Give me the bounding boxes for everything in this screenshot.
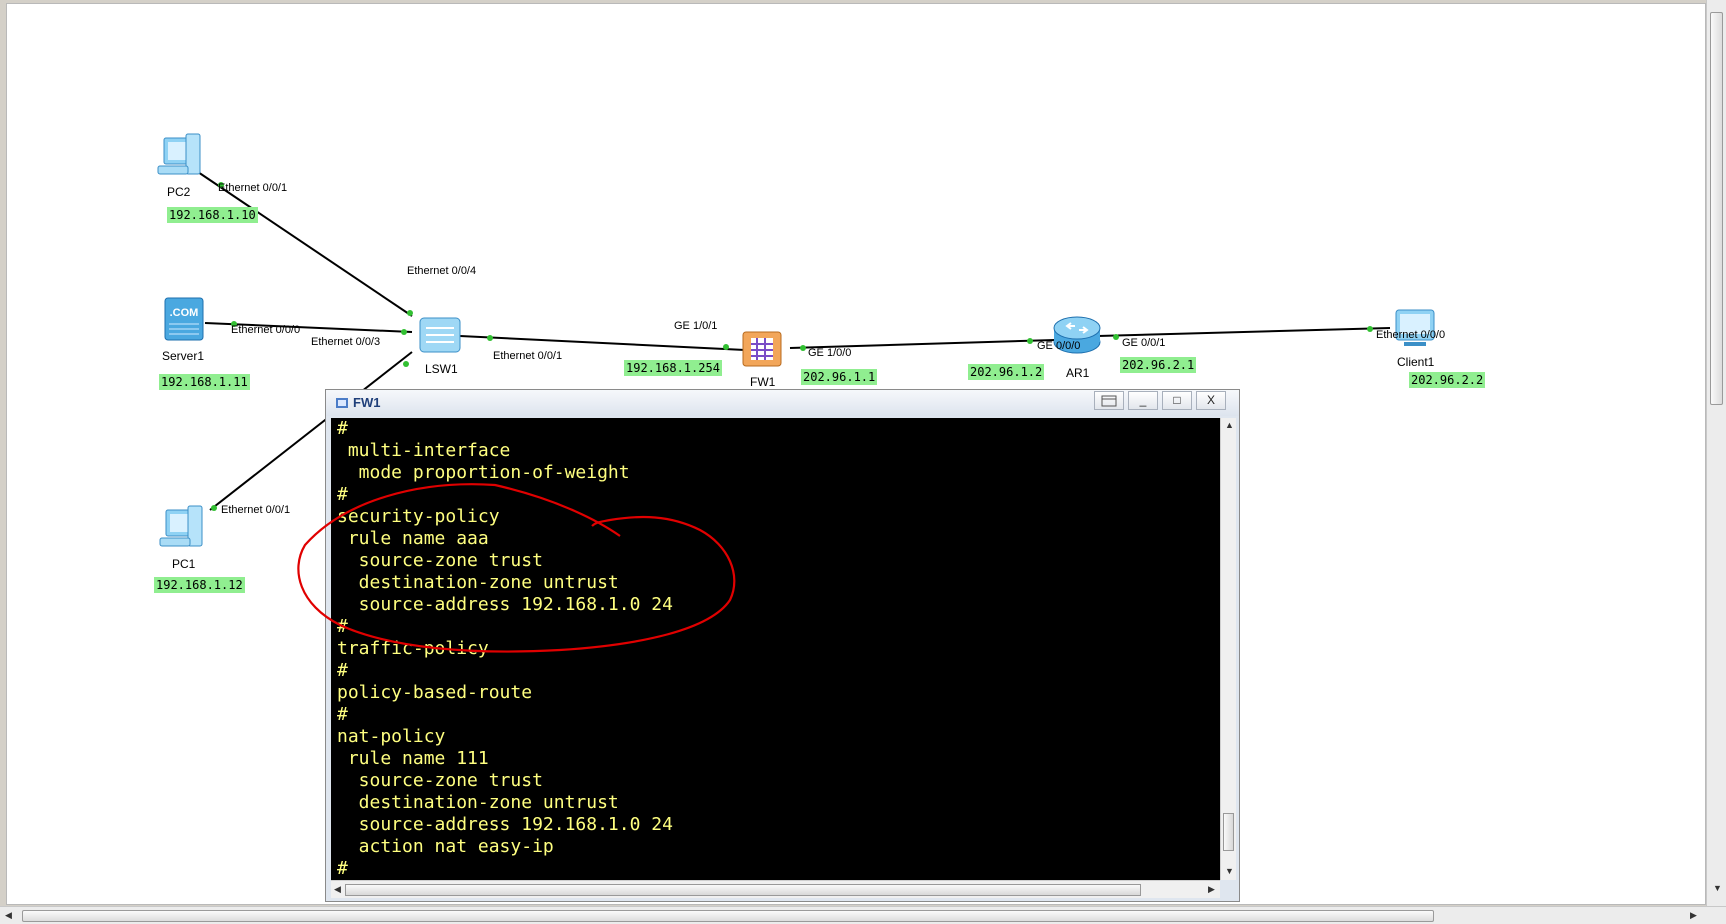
terminal-vertical-scrollbar[interactable]: ▲ ▼ (1220, 418, 1236, 880)
terminal-icon (336, 398, 348, 408)
cli-line: # (337, 418, 348, 439)
maximize-button[interactable]: □ (1162, 391, 1192, 410)
pc1-port-label: Ethernet 0/0/1 (221, 504, 291, 516)
cli-line: policy-based-route (337, 682, 533, 703)
minimize-button[interactable]: _ (1128, 391, 1158, 410)
canvas-vertical-scrollbar[interactable]: ▼ (1706, 0, 1726, 906)
cli-line: # (337, 660, 348, 681)
lsw1-device[interactable] (416, 312, 466, 358)
cli-line: nat-policy (337, 726, 446, 747)
scroll-down-icon[interactable]: ▼ (1225, 866, 1234, 876)
terminal-window[interactable]: FW1 _ □ X # multi-interface mode proport… (325, 389, 1240, 902)
switch-icon (419, 317, 461, 353)
server1-port-label: Ethernet 0/0/0 (231, 324, 301, 336)
fw1-ip-out-label: 202.96.1.1 (801, 369, 878, 385)
terminal-horizontal-scrollbar[interactable]: ◀ ▶ (331, 880, 1220, 898)
fw1-port-in-label: GE 1/0/1 (674, 320, 718, 332)
cli-line: security-policy (337, 506, 500, 527)
canvas-vscroll-thumb[interactable] (1710, 12, 1723, 405)
terminal-vscroll-thumb[interactable] (1223, 813, 1234, 851)
client1-label: Client1 (1397, 355, 1435, 369)
canvas-horizontal-scrollbar[interactable]: ◀ ▶ (0, 906, 1726, 924)
cli-line: source-zone trust (337, 770, 543, 791)
router-icon (1053, 316, 1101, 354)
close-button[interactable]: X (1196, 391, 1226, 410)
scroll-left-icon[interactable]: ◀ (334, 884, 341, 895)
terminal-hscroll-thumb[interactable] (345, 884, 1141, 896)
cli-line: multi-interface (337, 440, 511, 461)
cli-line: source-address 192.168.1.0 24 (337, 814, 673, 835)
pc1-ip-label: 192.168.1.12 (154, 577, 245, 593)
ar1-port-out-label: GE 0/0/1 (1122, 337, 1166, 349)
fw1-label: FW1 (750, 375, 776, 389)
cli-line: source-zone trust (337, 550, 543, 571)
cli-line: destination-zone untrust (337, 792, 619, 813)
pc1-label: PC1 (172, 557, 196, 571)
client1-ip-label: 202.96.2.2 (1409, 372, 1486, 388)
cli-line: rule name aaa (337, 528, 489, 549)
cli-line: # (337, 484, 348, 505)
ar1-ip-out-label: 202.96.2.1 (1120, 357, 1197, 373)
server-icon-text: .COM (170, 307, 199, 319)
scroll-right-icon[interactable]: ▶ (1208, 884, 1215, 895)
fw1-ip-in-label: 192.168.1.254 (624, 360, 722, 376)
lsw1-port4-label: Ethernet 0/0/4 (407, 265, 477, 277)
fw1-port-out-label: GE 1/0/0 (808, 347, 852, 359)
pc2-label: PC2 (167, 185, 191, 199)
server1-label: Server1 (162, 349, 205, 363)
scroll-right-icon[interactable]: ▶ (1690, 910, 1697, 921)
cli-line: destination-zone untrust (337, 572, 619, 593)
lsw1-port1-label: Ethernet 0/0/1 (493, 350, 563, 362)
cli-line: rule name 111 (337, 748, 489, 769)
lsw1-label: LSW1 (425, 362, 458, 376)
scroll-up-icon[interactable]: ▲ (1225, 420, 1234, 430)
client1-device[interactable] (1390, 304, 1440, 350)
server1-ip-label: 192.168.1.11 (159, 374, 250, 390)
terminal-titlebar[interactable]: FW1 _ □ X (326, 390, 1239, 416)
cli-line: action nat easy-ip (337, 836, 554, 857)
ar1-label: AR1 (1066, 366, 1090, 380)
cli-line: traffic-policy (337, 638, 489, 659)
canvas-hscroll-thumb[interactable] (22, 910, 1434, 922)
pc2-port-label: Ethernet 0/0/1 (218, 182, 288, 194)
firewall-icon (742, 331, 782, 367)
link-ar1-client1 (1097, 327, 1391, 337)
link-lsw1-fw1 (459, 335, 746, 351)
restore-button[interactable] (1094, 391, 1124, 410)
cli-line: # (337, 858, 348, 879)
pc2-ip-label: 192.168.1.10 (167, 207, 258, 223)
fw1-device[interactable] (739, 326, 787, 372)
cli-output: # multi-interface mode proportion-of-wei… (337, 418, 673, 880)
terminal-title: FW1 (353, 395, 381, 410)
restore-icon (1101, 395, 1117, 407)
cli-line: source-address 192.168.1.0 24 (337, 594, 673, 615)
lsw1-port3-label: Ethernet 0/0/3 (311, 336, 381, 348)
cli-line: # (337, 616, 348, 637)
ar1-device[interactable] (1051, 312, 1103, 360)
ar1-port-in-label: GE 0/0/0 (1037, 340, 1081, 352)
pc-icon (157, 133, 201, 175)
client1-port-label: Ethernet 0/0/0 (1376, 329, 1446, 341)
terminal-screen[interactable]: # multi-interface mode proportion-of-wei… (331, 418, 1220, 880)
server-icon: .COM (164, 297, 204, 341)
scroll-down-icon[interactable]: ▼ (1713, 883, 1722, 893)
pc1-device[interactable] (156, 504, 208, 554)
client-icon (1395, 309, 1435, 346)
server1-device[interactable]: .COM (163, 296, 207, 344)
ar1-ip-in-label: 202.96.1.2 (968, 364, 1045, 380)
pc-icon (159, 505, 203, 547)
cli-line: # (337, 704, 348, 725)
scroll-left-icon[interactable]: ◀ (5, 910, 12, 921)
pc2-device[interactable] (154, 132, 206, 182)
cli-line: mode proportion-of-weight (337, 462, 630, 483)
